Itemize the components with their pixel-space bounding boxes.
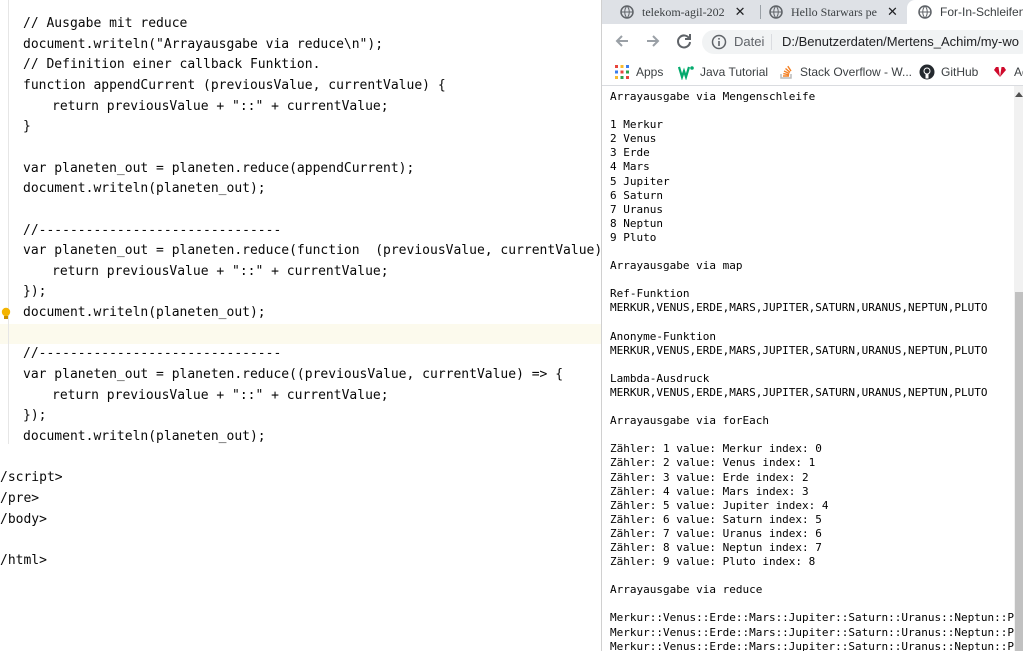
code-line[interactable]: var planeten_out = planeten.reduce((prev… bbox=[23, 365, 563, 385]
scheme-label: Datei bbox=[734, 34, 765, 49]
code-line[interactable]: //------------------------------- bbox=[23, 344, 281, 364]
scrollbar-thumb[interactable] bbox=[1015, 292, 1023, 651]
address-separator bbox=[771, 34, 772, 50]
back-arrow-icon[interactable] bbox=[612, 31, 632, 51]
tab-separator bbox=[760, 5, 761, 19]
code-editor[interactable]: // Ausgabe mit reduce document.writeln("A… bbox=[0, 0, 601, 651]
bookmark-ad[interactable]: Ad bbox=[992, 63, 1023, 81]
bookmark-label: Stack Overflow - W... bbox=[800, 65, 913, 79]
tab-hello-starwars[interactable]: Hello Starwars pe ✕ bbox=[769, 0, 911, 24]
w3-icon bbox=[678, 66, 694, 80]
address-bar[interactable]: Datei D:/Benutzerdaten/Mertens_Achim/my-… bbox=[702, 30, 1023, 54]
code-line[interactable]: return previousValue + "::" + currentVal… bbox=[52, 97, 389, 117]
code-line[interactable]: return previousValue + "::" + currentVal… bbox=[52, 262, 389, 282]
apps-grid-icon bbox=[615, 65, 629, 79]
vertical-scrollbar[interactable] bbox=[1014, 86, 1023, 651]
url-text[interactable]: D:/Benutzerdaten/Mertens_Achim/my-wo bbox=[782, 34, 1019, 49]
code-line[interactable]: }); bbox=[23, 282, 46, 302]
globe-icon bbox=[769, 5, 783, 19]
bookmark-github[interactable]: GitHub bbox=[919, 63, 978, 81]
code-line[interactable]: document.writeln("Arrayausgabe via reduc… bbox=[23, 35, 383, 55]
info-icon[interactable] bbox=[711, 34, 727, 50]
bookmark-label: Ad bbox=[1014, 65, 1023, 79]
html-closing-tag-line[interactable]: /body> bbox=[0, 510, 47, 530]
code-line[interactable]: document.writeln(planeten_out); bbox=[23, 427, 266, 447]
bookmark-label: Java Tutorial bbox=[700, 65, 769, 79]
huawei-icon bbox=[994, 67, 1006, 77]
code-line[interactable]: var planeten_out = planeten.reduce(appen… bbox=[23, 159, 414, 179]
code-line[interactable]: document.writeln(planeten_out); bbox=[23, 179, 266, 199]
tab-telekom[interactable]: telekom-agil-202 ✕ bbox=[620, 0, 760, 24]
scroll-up-arrow-icon[interactable] bbox=[1015, 92, 1023, 97]
close-tab-icon[interactable]: ✕ bbox=[735, 4, 746, 20]
forward-arrow-icon[interactable] bbox=[643, 31, 663, 51]
code-line[interactable]: // Ausgabe mit reduce bbox=[23, 14, 187, 34]
html-closing-tag-line[interactable]: /pre> bbox=[0, 489, 39, 509]
code-line[interactable]: function appendCurrent (previousValue, c… bbox=[23, 76, 446, 96]
html-closing-tag-line[interactable]: /script> bbox=[0, 468, 63, 488]
html-closing-tag-line[interactable]: /html> bbox=[0, 551, 47, 571]
code-line[interactable]: return previousValue + "::" + currentVal… bbox=[52, 386, 389, 406]
code-line[interactable]: var planeten_out = planeten.reduce(funct… bbox=[23, 241, 601, 261]
lightbulb-icon[interactable] bbox=[1, 307, 11, 321]
reload-icon[interactable] bbox=[674, 31, 694, 51]
browser-window: telekom-agil-202 ✕ Hello Starwars pe ✕ F… bbox=[601, 0, 1023, 651]
stackoverflow-icon bbox=[780, 65, 792, 79]
bookmark-label: Apps bbox=[636, 65, 664, 79]
bookmark-stack-overflow[interactable]: Stack Overflow - W... bbox=[778, 63, 912, 81]
tab-strip: telekom-agil-202 ✕ Hello Starwars pe ✕ F… bbox=[602, 0, 1023, 24]
globe-icon bbox=[620, 5, 634, 19]
tab-for-in-schleifen[interactable]: For-In-Schleifen bbox=[907, 0, 1023, 24]
code-line[interactable]: //------------------------------- bbox=[23, 221, 281, 241]
page-output-text: Arrayausgabe via Mengenschleife 1 Merkur… bbox=[610, 90, 1014, 651]
page-content: Arrayausgabe via Mengenschleife 1 Merkur… bbox=[602, 86, 1014, 651]
tab-title: Hello Starwars pe bbox=[791, 4, 877, 19]
indent-guide bbox=[8, 0, 9, 444]
bookmark-apps[interactable]: Apps bbox=[614, 63, 663, 81]
current-line-highlight bbox=[0, 324, 601, 344]
code-line[interactable]: } bbox=[23, 117, 31, 137]
bookmark-label: GitHub bbox=[941, 65, 979, 79]
code-line[interactable]: }); bbox=[23, 406, 46, 426]
tab-title: For-In-Schleifen bbox=[940, 5, 1023, 19]
github-icon bbox=[919, 64, 935, 80]
bookmarks-bar: Apps Java Tutorial Stack Overflow - W...… bbox=[602, 59, 1023, 86]
bookmark-java-tutorial[interactable]: Java Tutorial bbox=[678, 63, 768, 81]
globe-icon bbox=[918, 5, 932, 19]
close-tab-icon[interactable]: ✕ bbox=[887, 4, 898, 20]
tab-title: telekom-agil-202 bbox=[642, 4, 725, 19]
code-line[interactable]: // Definition einer callback Funktion. bbox=[23, 55, 320, 75]
code-line[interactable]: document.writeln(planeten_out); bbox=[23, 303, 266, 323]
